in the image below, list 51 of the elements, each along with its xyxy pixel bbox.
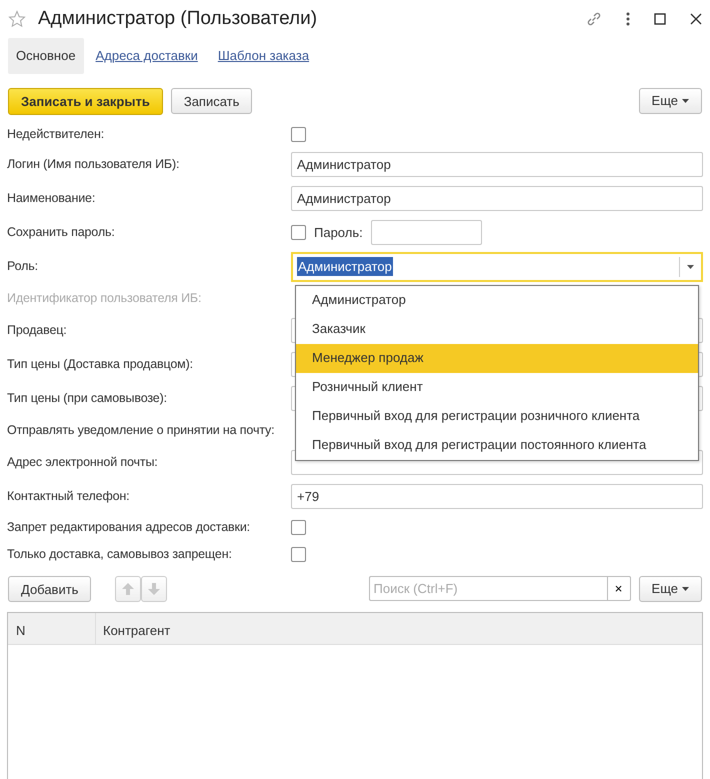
field-label: Только доставка, самовывоз запрещен: (7, 546, 233, 563)
checkbox[interactable] (291, 225, 306, 240)
window-title: Администратор (Пользователи) (38, 6, 318, 31)
field-label: Тип цены (при самовывозе): (7, 390, 168, 408)
field-label: Продавец: (7, 322, 68, 340)
field-label: Контактный телефон: (7, 488, 130, 506)
dropdown-item[interactable]: Менеджер продаж (296, 344, 698, 372)
checkbox[interactable] (291, 546, 306, 562)
dropdown-item[interactable]: Розничный клиент (296, 372, 698, 402)
field-label: Недействителен: (7, 126, 106, 143)
more-button[interactable]: Еще (638, 576, 702, 602)
column-header[interactable]: N (8, 612, 96, 644)
field-label: Логин (Имя пользователя ИБ): (7, 156, 180, 174)
input-field[interactable]: Администратор (291, 186, 703, 211)
dropdown-item[interactable]: Администратор (296, 286, 698, 314)
more-button[interactable]: Еще (638, 88, 702, 114)
field-label: Запрет редактирования адресов доставки: (7, 518, 251, 536)
field-label: Адрес электронной почты: (7, 454, 159, 472)
field-label: Наименование: (7, 190, 96, 208)
clear-button[interactable]: × (606, 576, 631, 601)
caret-icon (687, 264, 694, 268)
dropdown-item[interactable]: Заказчик (296, 314, 698, 344)
link-icon[interactable] (586, 11, 602, 27)
field-label: Отправлять уведомление о принятии на почту: (7, 422, 276, 440)
dropdown-item[interactable]: Первичный вход для регистрации розничного клиента (296, 402, 698, 430)
close-icon[interactable] (690, 13, 702, 25)
field-label: Идентификатор пользователя ИБ: (7, 290, 202, 308)
add-button[interactable]: Добавить (8, 576, 92, 602)
save-button[interactable]: Записать (170, 88, 252, 114)
password-label: Пароль: (314, 224, 363, 242)
password-field[interactable] (370, 220, 482, 245)
search-field[interactable]: Поиск (Ctrl+F) (368, 576, 607, 601)
more-icon[interactable] (626, 12, 630, 26)
tab[interactable]: Шаблон заказа (210, 38, 318, 74)
tab[interactable]: Адреса доставки (88, 38, 206, 74)
caret-icon (682, 99, 689, 103)
dropdown-item[interactable]: Первичный вход для регистрации постоянного клиента (296, 430, 698, 460)
field-label: Тип цены (Доставка продавцом): (7, 356, 194, 374)
field-label: Сохранить пароль: (7, 224, 116, 242)
column-header[interactable]: Контрагент (96, 612, 178, 644)
checkbox[interactable] (291, 126, 306, 142)
star-icon[interactable] (8, 10, 26, 28)
tab[interactable]: Основное (8, 38, 84, 74)
caret-icon (682, 586, 689, 590)
field-label: Роль: (7, 258, 39, 276)
role-dropdown[interactable]: Администратор (291, 252, 703, 282)
maximize-icon[interactable] (654, 13, 666, 25)
input-field[interactable]: Администратор (291, 152, 703, 177)
save-and-close-button[interactable]: Записать и закрыть (8, 88, 163, 114)
checkbox[interactable] (291, 520, 306, 534)
input-field[interactable]: +79 (291, 484, 703, 509)
